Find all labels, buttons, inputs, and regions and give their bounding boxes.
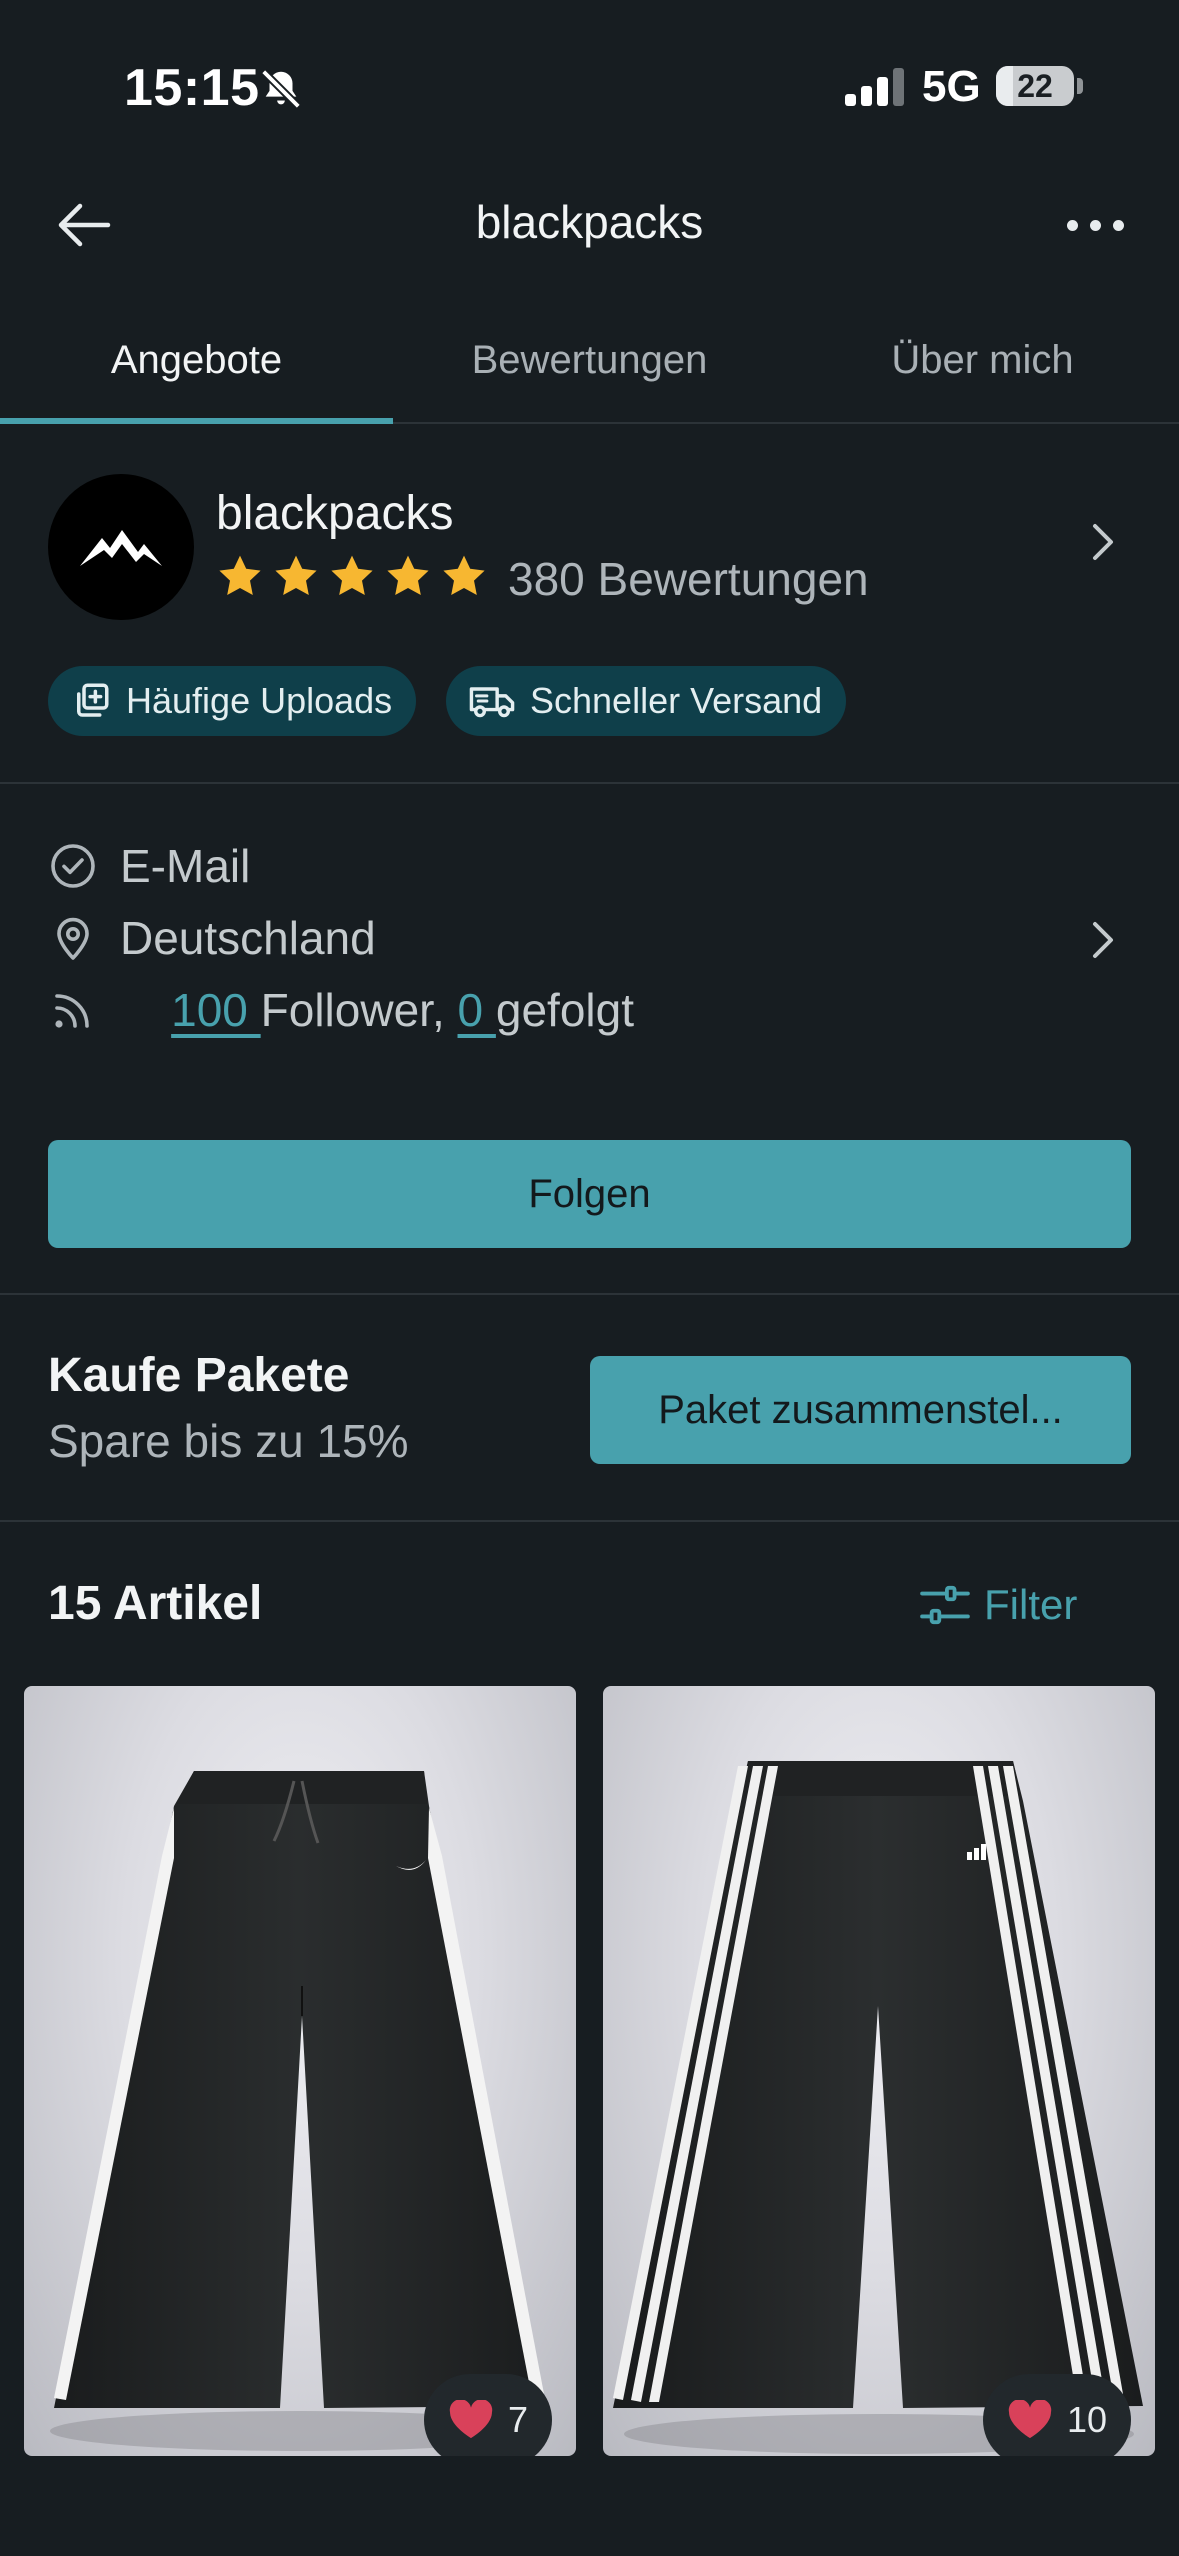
tab-ueber-mich[interactable]: Über mich (786, 300, 1179, 422)
divider (0, 782, 1179, 784)
star-icon (387, 555, 429, 595)
tab-angebote[interactable]: Angebote (0, 300, 393, 422)
mountain-logo-icon (80, 530, 162, 566)
likes-count: 7 (507, 2399, 528, 2440)
badge-label: Häufige Uploads (126, 680, 393, 721)
page-title: blackpacks (475, 196, 704, 248)
build-bundle-button[interactable]: Paket zusammenstel... (590, 1356, 1131, 1464)
status-bar: 15:15 5G 22 (0, 0, 1179, 170)
likes-count: 10 (1066, 2399, 1107, 2440)
badge-frequent-uploads[interactable]: Häufige Uploads (48, 666, 417, 736)
email-verified-label: E-Mail (120, 840, 251, 892)
filter-label: Filter (984, 1581, 1078, 1628)
more-icon-dot (1089, 219, 1101, 231)
followers-count-link[interactable]: 100 (171, 984, 261, 1036)
check-circle-icon (48, 841, 98, 891)
following-count-link[interactable]: 0 (458, 984, 496, 1036)
profile-name[interactable]: blackpacks (216, 486, 453, 541)
divider (0, 1293, 1179, 1295)
track-pants-image (50, 1771, 550, 2451)
location-pin-icon (48, 913, 98, 963)
heart-icon (449, 2400, 493, 2439)
chevron-right-icon[interactable] (1088, 520, 1118, 569)
battery-icon: 22 (996, 66, 1074, 106)
items-count: 15 Artikel (48, 1577, 263, 1630)
info-followers: 100 Follower, 0 gefolgt (48, 980, 634, 1040)
following-label: gefolgt (495, 984, 635, 1036)
more-options-button[interactable] (1050, 200, 1140, 250)
rating-stars (216, 552, 488, 600)
favourite-button[interactable]: 10 (982, 2374, 1131, 2456)
bundle-subtitle: Spare bis zu 15% (48, 1415, 409, 1467)
track-pants-image (613, 1761, 1143, 2454)
info-email: E-Mail (48, 836, 250, 896)
network-type: 5G (922, 62, 981, 111)
rss-icon (48, 985, 98, 1035)
favourite-button[interactable]: 7 (423, 2374, 552, 2456)
divider (0, 1520, 1179, 1522)
chevron-right-icon[interactable] (1088, 918, 1118, 967)
bell-muted-icon (258, 66, 304, 117)
follow-button[interactable]: Folgen (48, 1140, 1131, 1248)
uploads-icon (77, 683, 109, 717)
truck-icon (469, 687, 515, 718)
badge-label: Schneller Versand (530, 680, 823, 721)
product-card[interactable]: 7 (24, 1686, 576, 2456)
more-icon-dot (1066, 219, 1078, 231)
bundle-title: Kaufe Pakete (48, 1349, 350, 1402)
profile-tabs: Angebote Bewertungen Über mich (0, 300, 1179, 424)
star-icon (275, 555, 317, 595)
product-card[interactable]: 10 (603, 1686, 1155, 2456)
avatar[interactable] (48, 474, 194, 620)
star-icon (219, 555, 261, 595)
badge-fast-shipping[interactable]: Schneller Versand (446, 666, 847, 736)
status-time: 15:15 (124, 59, 260, 117)
battery-tip (1077, 78, 1083, 94)
rating-count[interactable]: 380 Bewertungen (508, 552, 869, 606)
active-tab-indicator (0, 418, 393, 424)
star-icon (443, 555, 485, 595)
signal-icon (845, 68, 907, 111)
more-icon-dot (1112, 219, 1124, 231)
filter-button[interactable]: Filter (920, 1570, 1077, 1640)
battery-level: 22 (1017, 68, 1053, 104)
tab-bewertungen[interactable]: Bewertungen (393, 300, 786, 422)
followers-label: Follower, (260, 984, 458, 1036)
heart-icon (1008, 2400, 1052, 2439)
sliders-icon (920, 1585, 970, 1625)
star-icon (331, 555, 373, 595)
